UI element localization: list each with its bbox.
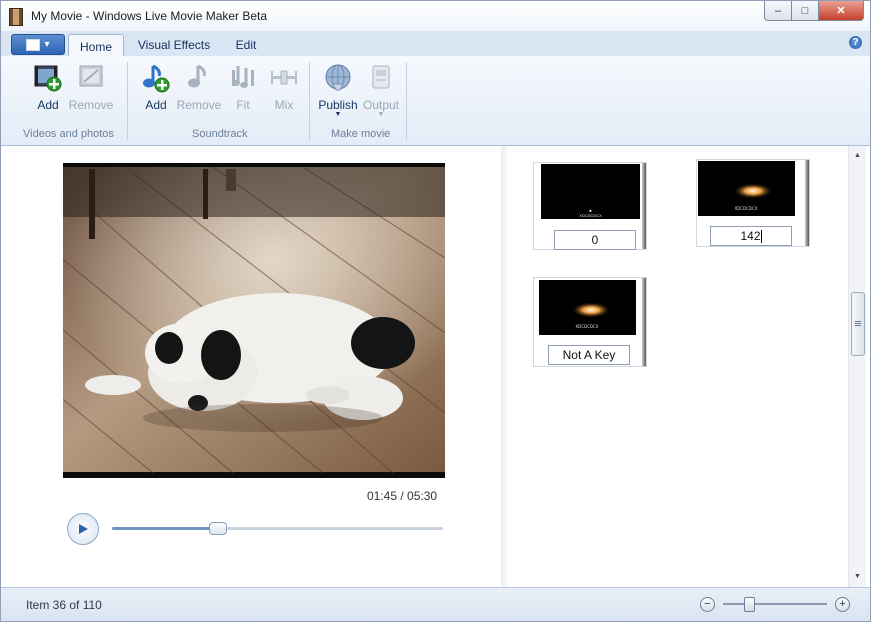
zoom-out-button[interactable]: − xyxy=(700,597,715,612)
mix-audio-button[interactable]: Mix xyxy=(267,62,301,114)
clip-thumbnail: ■ XDCDCDCX xyxy=(541,164,640,219)
maximize-icon: □ xyxy=(801,4,809,17)
storyboard-scrollbar[interactable]: ▲ ▼ xyxy=(848,146,866,587)
window-controls: – □ ✕ xyxy=(764,1,864,21)
clip-edge xyxy=(642,278,646,366)
publish-button[interactable]: Publish ▼ xyxy=(316,62,360,118)
svg-text:XDCDCDCX: XDCDCDCX xyxy=(734,206,757,211)
clip-text-field[interactable]: Not A Key xyxy=(548,345,630,365)
add-video-icon xyxy=(33,62,63,94)
text-cursor xyxy=(760,229,762,243)
app-menu-icon xyxy=(26,38,41,51)
ribbon-separator xyxy=(406,62,407,140)
fit-icon xyxy=(228,62,258,94)
window-title: My Movie - Windows Live Movie Maker Beta xyxy=(31,9,268,23)
clip-edge xyxy=(805,160,809,246)
movie-maker-window: My Movie - Windows Live Movie Maker Beta… xyxy=(0,0,871,622)
plus-icon: + xyxy=(839,598,846,610)
output-label: Output xyxy=(362,98,400,112)
scroll-down-icon[interactable]: ▼ xyxy=(849,569,866,583)
zoom-slider[interactable] xyxy=(723,597,827,612)
ribbon-separator xyxy=(127,62,128,140)
add-videos-button[interactable]: Add xyxy=(31,62,65,114)
storyboard-item-selected[interactable]: XDCDCDCX 142 xyxy=(696,159,810,247)
clip-thumbnail: XDCDCDCX xyxy=(698,161,795,216)
add-videos-label: Add xyxy=(37,98,59,112)
mix-audio-label: Mix xyxy=(274,98,294,112)
scrollbar-thumb[interactable] xyxy=(851,292,865,356)
tab-edit[interactable]: Edit xyxy=(227,34,265,56)
group-label-soundtrack: Soundtrack xyxy=(192,128,248,140)
scroll-up-icon[interactable]: ▲ xyxy=(849,148,866,162)
clip-text-field[interactable]: 0 xyxy=(554,230,636,250)
title-bar[interactable]: My Movie - Windows Live Movie Maker Beta… xyxy=(1,1,870,31)
remove-music-icon xyxy=(184,62,214,94)
storyboard-panel[interactable]: ■ XDCDCDCX 0 XDCDCDCX 142 XDCDCDCX Not A… xyxy=(507,146,847,587)
maximize-button[interactable]: □ xyxy=(792,1,819,21)
svg-text:XDCDCDCX: XDCDCDCX xyxy=(575,324,598,329)
storyboard-item[interactable]: ■ XDCDCDCX 0 xyxy=(533,162,647,250)
fit-music-button[interactable]: Fit xyxy=(228,62,258,114)
group-label-videos-photos: Videos and photos xyxy=(23,128,114,140)
zoom-thumb[interactable] xyxy=(744,597,755,612)
publish-globe-icon xyxy=(323,62,353,94)
ribbon-separator xyxy=(309,62,310,140)
publish-dropdown-icon: ▼ xyxy=(334,111,342,118)
remove-video-icon xyxy=(76,62,106,94)
ribbon-tab-row: ▾ Home Visual Effects Edit ? xyxy=(1,31,870,58)
tab-home[interactable]: Home xyxy=(68,34,124,58)
close-button[interactable]: ✕ xyxy=(819,1,864,21)
remove-music-label: Remove xyxy=(176,98,222,112)
app-menu-button[interactable]: ▾ xyxy=(11,34,65,55)
remove-videos-label: Remove xyxy=(68,98,114,112)
play-button[interactable] xyxy=(67,513,99,545)
seek-slider[interactable] xyxy=(112,522,443,535)
timecode-display: 01:45 / 05:30 xyxy=(367,489,438,503)
minimize-icon: – xyxy=(774,4,782,17)
remove-music-button[interactable]: Remove xyxy=(177,62,221,114)
film-strip-icon[interactable] xyxy=(9,8,23,26)
fit-music-label: Fit xyxy=(236,98,250,112)
seek-progress xyxy=(112,527,218,530)
clip-edge xyxy=(642,163,646,249)
play-icon xyxy=(79,524,88,534)
mix-icon xyxy=(269,62,299,94)
item-count-text: Item 36 of 110 xyxy=(26,598,102,612)
output-dropdown-icon: ▼ xyxy=(377,111,385,118)
chevron-down-icon: ▾ xyxy=(44,39,50,50)
workspace: 01:45 / 05:30 ■ XDCDCDCX 0 XDCDCDCX 142 … xyxy=(1,146,870,587)
close-icon: ✕ xyxy=(836,5,846,17)
clip-text-field[interactable]: 142 xyxy=(710,226,792,246)
output-button[interactable]: Output ▼ xyxy=(361,62,401,118)
add-music-icon xyxy=(141,62,171,94)
seek-thumb[interactable] xyxy=(209,522,228,535)
status-bar: Item 36 of 110 − + xyxy=(1,587,870,621)
remove-videos-button[interactable]: Remove xyxy=(69,62,113,114)
zoom-in-button[interactable]: + xyxy=(835,597,850,612)
minimize-button[interactable]: – xyxy=(764,1,792,21)
group-label-make-movie: Make movie xyxy=(331,128,391,140)
add-music-button[interactable]: Add xyxy=(141,62,171,114)
storyboard-item[interactable]: XDCDCDCX Not A Key xyxy=(533,277,647,367)
help-icon[interactable]: ? xyxy=(849,36,862,49)
add-music-label: Add xyxy=(145,98,167,112)
tab-visual-effects[interactable]: Visual Effects xyxy=(133,34,215,56)
clip-text-value: 142 xyxy=(740,229,761,243)
video-preview[interactable] xyxy=(63,163,445,478)
publish-label: Publish xyxy=(318,98,358,112)
minus-icon: − xyxy=(704,598,711,610)
output-icon xyxy=(366,62,396,94)
clip-thumbnail: XDCDCDCX xyxy=(539,280,636,335)
ribbon: Add Remove Videos and photos Add Remove … xyxy=(1,56,870,146)
